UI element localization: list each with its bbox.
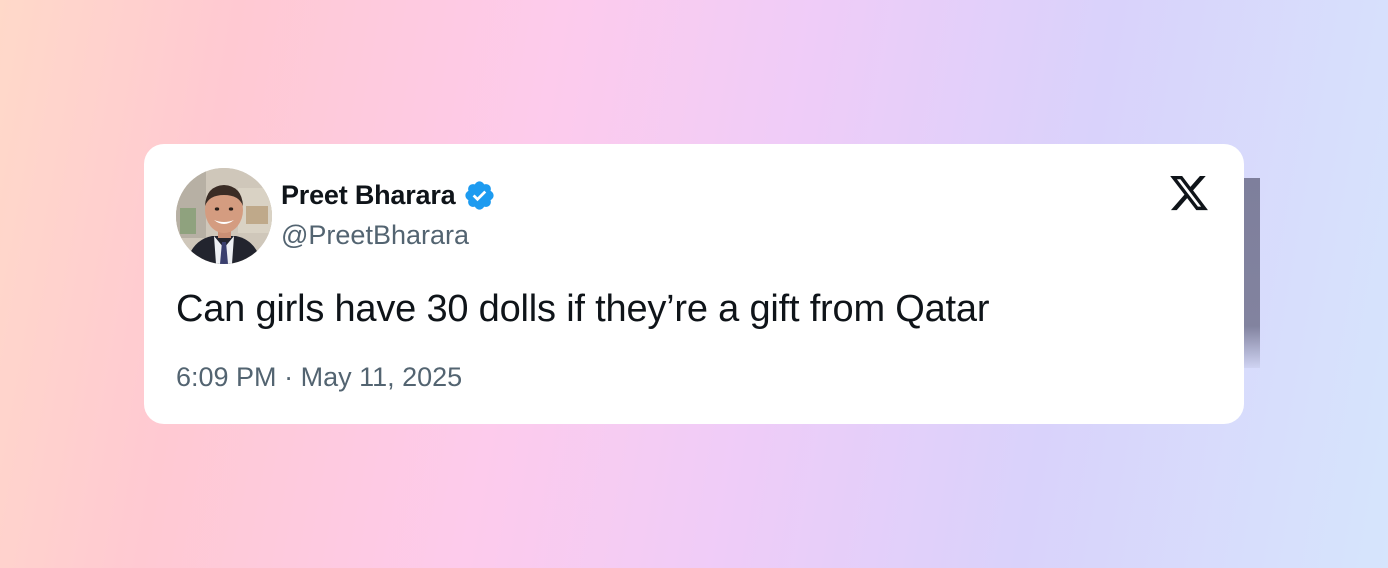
tweet-text: Can girls have 30 dolls if they’re a gif… <box>176 288 990 330</box>
tweet-card[interactable]: Preet Bharara @PreetBharara Can girls ha… <box>144 144 1244 424</box>
avatar[interactable] <box>176 168 272 264</box>
tweet-timestamp[interactable]: 6:09 PM · May 11, 2025 <box>176 362 462 393</box>
tweet-date: May 11, 2025 <box>300 362 463 392</box>
author-name[interactable]: Preet Bharara <box>281 180 456 211</box>
tweet-time: 6:09 PM <box>176 362 277 392</box>
author-handle[interactable]: @PreetBharara <box>281 220 469 251</box>
author-row: Preet Bharara <box>281 177 496 213</box>
x-logo-icon[interactable] <box>1167 172 1211 214</box>
avatar-photo <box>176 168 272 264</box>
verified-badge-icon <box>463 179 496 212</box>
timestamp-separator: · <box>284 362 294 392</box>
